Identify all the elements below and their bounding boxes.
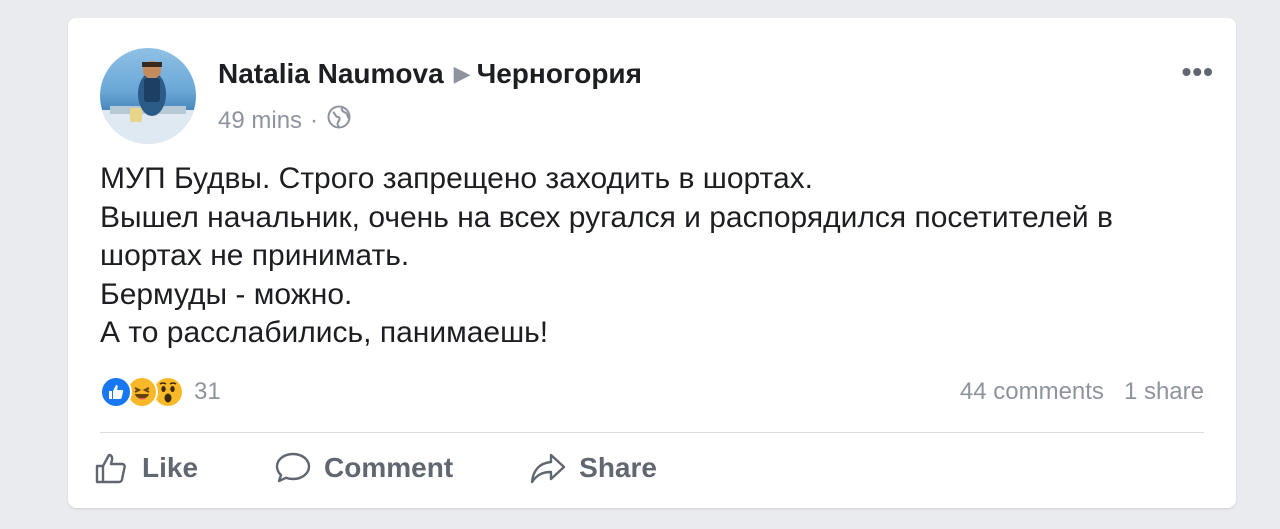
comment-label: Comment: [324, 452, 454, 483]
arrow-icon: ▶: [453, 61, 471, 86]
more-options-button[interactable]: •••: [1182, 58, 1214, 86]
meta-separator: ·: [310, 106, 319, 134]
shares-count-link[interactable]: 1 share: [1124, 378, 1204, 406]
reaction-count[interactable]: 31: [194, 378, 221, 406]
thumbs-up-icon: [94, 450, 130, 486]
post-body: МУП Будвы. Строго запрещено заходить в ш…: [100, 160, 1210, 353]
share-button[interactable]: Share: [529, 450, 657, 486]
like-button[interactable]: Like: [94, 450, 198, 486]
post-stats: 44 comments 1 share: [960, 378, 1204, 406]
like-icon: [100, 376, 132, 408]
comment-button[interactable]: Comment: [274, 450, 453, 486]
group-name[interactable]: Черногория: [477, 58, 642, 90]
post-header: Natalia Naumova ▶ Черногория: [218, 58, 642, 90]
avatar-photo: [100, 61, 196, 144]
globe-icon[interactable]: [326, 104, 352, 137]
avatar[interactable]: [100, 48, 196, 144]
post-card: Natalia Naumova ▶ Черногория 49 mins · •…: [68, 18, 1236, 508]
share-icon: [529, 450, 567, 486]
post-line: Вышел начальник, очень на всех ругался и…: [100, 200, 1113, 273]
action-bar: Like Comment Share: [94, 450, 733, 486]
post-meta: 49 mins ·: [218, 104, 352, 137]
reaction-summary[interactable]: 31: [100, 376, 221, 408]
post-line: МУП Будвы. Строго запрещено заходить в ш…: [100, 162, 813, 195]
like-label: Like: [142, 452, 199, 483]
comments-count-link[interactable]: 44 comments: [960, 378, 1104, 406]
post-line: Бермуды - можно.: [100, 277, 353, 311]
author-name[interactable]: Natalia Naumova: [218, 58, 444, 90]
share-label: Share: [579, 452, 657, 483]
post-time[interactable]: 49 mins: [218, 107, 302, 135]
post-line: А то расслабились, панимаешь!: [100, 316, 549, 349]
comment-icon: [274, 450, 312, 486]
divider: [100, 432, 1204, 433]
